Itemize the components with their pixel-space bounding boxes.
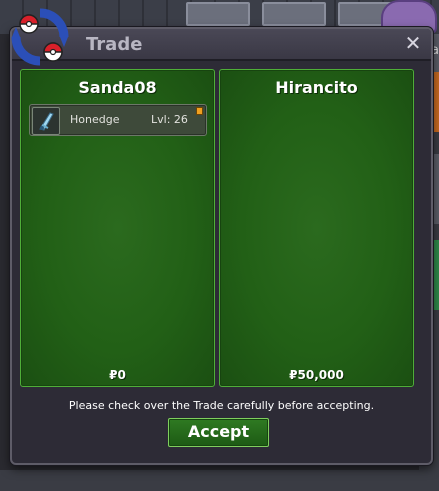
item-name: Honedge: [70, 113, 120, 126]
background-floor: [0, 470, 439, 491]
trade-item-row[interactable]: Honedge Lvl: 26: [29, 104, 207, 136]
left-trader-money: ₽0: [109, 368, 126, 382]
right-trader-name: Hirancito: [275, 78, 358, 97]
item-level: Lvl: 26: [151, 113, 188, 126]
trade-notice: Please check over the Trade carefully be…: [68, 399, 375, 412]
honedge-icon: [32, 107, 60, 135]
window-title: Trade: [86, 34, 143, 55]
trade-logo-icon: [11, 8, 69, 66]
right-trader-money: ₽50,000: [289, 368, 344, 382]
accept-button[interactable]: Accept: [168, 418, 269, 447]
trade-panels: Sanda08 Honedge Lvl: 26 ₽0 Hirancito ₽50…: [20, 69, 420, 387]
background-tile: [186, 2, 250, 26]
item-badge-icon: [196, 107, 203, 115]
left-trader-name: Sanda08: [78, 78, 157, 97]
background-tile: [262, 2, 326, 26]
trade-window: Trade ✕ Sanda08 Honedge Lvl: 26 ₽0 Hiran…: [10, 8, 433, 465]
trade-titlebar[interactable]: Trade ✕: [12, 29, 431, 61]
trade-panel-right[interactable]: Hirancito ₽50,000: [219, 69, 414, 387]
trade-panel-left[interactable]: Sanda08 Honedge Lvl: 26 ₽0: [20, 69, 215, 387]
close-button[interactable]: ✕: [403, 32, 423, 54]
